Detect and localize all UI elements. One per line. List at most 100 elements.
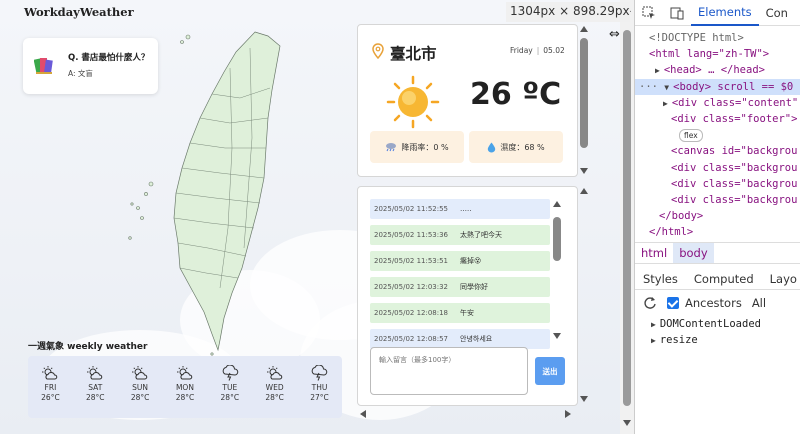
tab-console[interactable]: Con (759, 0, 795, 26)
message-list-scrollbar[interactable] (553, 201, 561, 339)
map-island[interactable] (173, 31, 281, 352)
forecast-day-name: THU (311, 383, 328, 392)
dom-line[interactable]: <div class="backgrou (635, 160, 800, 176)
tab-styles[interactable]: Styles (635, 272, 686, 286)
dom-line-selected[interactable]: ··· ▼ <body> scroll == $0 (635, 78, 800, 95)
scroll-down-arrow-icon[interactable] (623, 420, 631, 426)
refresh-icon[interactable] (643, 296, 657, 310)
viewport-size-readout: 1304px × 898.29px (506, 2, 630, 22)
forecast-day: FRI 26°C (31, 365, 69, 418)
dom-line[interactable]: </html> (635, 224, 800, 240)
tab-layout[interactable]: Layo (762, 272, 800, 286)
forecast-day: WED 28°C (256, 365, 294, 418)
current-date: Friday | 05.02 (510, 46, 565, 55)
weather-card-scrollbar[interactable] (579, 24, 589, 177)
dom-line[interactable]: ▶ <div class="content" (635, 95, 800, 111)
message-board: 2025/05/02 11:52:55 ….. 2025/05/02 11:53:3… (357, 186, 578, 406)
forecast-day: SUN 28°C (121, 365, 159, 418)
all-label[interactable]: All (752, 296, 766, 310)
event-listener-item[interactable]: ▶ resize (651, 334, 698, 346)
partly-sunny-icon (176, 366, 193, 380)
city-name[interactable]: 臺北市 (390, 42, 437, 64)
tab-computed[interactable]: Computed (686, 272, 762, 286)
chat-card-scrollbar[interactable] (579, 186, 589, 406)
forecast-day-name: WED (265, 383, 284, 392)
forecast-day-temp: 28°C (265, 393, 284, 402)
flex-badge[interactable]: flex (679, 128, 703, 142)
chat-message: 2025/05/02 11:53:36 太熱了吧今天 (370, 225, 550, 245)
map-islet (148, 181, 154, 187)
forecast-day: THU 27°C (300, 365, 338, 418)
scrollbar-thumb[interactable] (623, 30, 631, 406)
message-text: 太熱了吧今天 (460, 231, 502, 239)
scroll-down-arrow-icon[interactable] (580, 396, 588, 402)
crumb-body[interactable]: body (673, 243, 714, 263)
dom-tree: <!DOCTYPE html> <html lang="zh-TW"> ▶ <he… (635, 30, 800, 240)
dom-line[interactable]: <!DOCTYPE html> (635, 30, 800, 46)
books-icon (34, 58, 53, 74)
dom-line[interactable]: <div class="footer"> (635, 111, 800, 127)
resize-handle-icon[interactable]: ⇔ (609, 27, 620, 42)
brand-logo[interactable]: WorkdayWeather (24, 5, 134, 19)
humidity-label: 濕度：68 % (500, 142, 545, 152)
ancestors-checkbox[interactable] (667, 297, 679, 309)
forecast-day-temp: 28°C (86, 393, 105, 402)
inspect-element-icon[interactable] (635, 0, 663, 26)
horizontal-scrollbar[interactable] (357, 408, 578, 420)
forecast-day-name: SUN (132, 383, 149, 392)
map-islet (140, 216, 144, 220)
map-islet (180, 40, 184, 44)
tab-elements[interactable]: Elements (691, 0, 759, 26)
dom-line[interactable]: <div class="backgrou (635, 192, 800, 208)
dom-line[interactable]: ▶ <head> … </head> (635, 62, 800, 78)
message-time: 2025/05/02 12:03:32 (374, 283, 449, 291)
map-islet (144, 192, 148, 196)
event-listener-item[interactable]: ▶ DOMContentLoaded (651, 318, 761, 330)
scroll-down-arrow-icon[interactable] (580, 168, 588, 174)
forecast-day: MON 28°C (166, 365, 204, 418)
forecast-day-name: SAT (88, 383, 103, 392)
forecast-day-temp: 28°C (130, 393, 150, 402)
dom-line[interactable]: flex (635, 127, 800, 143)
dom-line[interactable]: <html lang="zh-TW"> (635, 46, 800, 62)
device-toolbar-icon[interactable] (663, 0, 691, 26)
forecast-day-temp: 28°C (175, 393, 195, 402)
chat-message: 2025/05/02 11:52:55 ….. (370, 199, 550, 219)
forecast-day-name: FRI (44, 383, 57, 392)
dom-line[interactable]: <canvas id="backgrou (635, 143, 800, 159)
partly-sunny-icon (87, 366, 103, 380)
scrollbar-thumb[interactable] (553, 217, 561, 261)
taiwan-map[interactable] (120, 28, 320, 358)
map-islet (136, 206, 140, 210)
map-islet (210, 352, 214, 356)
message-time: 2025/05/02 11:53:51 (374, 257, 449, 265)
page-scrollbar[interactable] (620, 0, 634, 434)
scroll-right-arrow-icon[interactable] (565, 410, 571, 418)
dom-line[interactable]: <div class="backgrou (635, 176, 800, 192)
scroll-left-arrow-icon[interactable] (360, 410, 366, 418)
weekly-forecast: FRI 26°C SAT 28°C SUN 28°C MON 28°C TUE 28°C WED 28… (28, 356, 342, 418)
weekday: Friday (510, 46, 533, 55)
dom-line[interactable]: </body> (635, 208, 800, 224)
scroll-up-arrow-icon[interactable] (553, 201, 561, 207)
water-drop-icon (488, 142, 496, 152)
scroll-down-arrow-icon[interactable] (553, 333, 561, 339)
scrollbar-thumb[interactable] (580, 38, 588, 148)
message-text: 안녕하세요 (460, 335, 493, 343)
send-button[interactable]: 送出 (535, 357, 565, 385)
location-pin-icon (372, 43, 384, 59)
date-separator: | (536, 46, 540, 55)
message-time: 2025/05/02 12:08:18 (374, 309, 449, 317)
weekly-title: 一週氣象 weekly weather (28, 342, 148, 352)
sun-icon (386, 75, 440, 129)
map-islet (128, 236, 132, 240)
map-islet (185, 34, 191, 40)
chat-message: 2025/05/02 12:08:57 안녕하세요 (370, 329, 550, 349)
date: 05.02 (543, 46, 565, 55)
scroll-up-arrow-icon[interactable] (580, 26, 588, 32)
crumb-html[interactable]: html (635, 243, 673, 263)
message-input[interactable] (370, 347, 528, 395)
scroll-up-arrow-icon[interactable] (580, 188, 588, 194)
devtools-panel: Elements Con <!DOCTYPE html> <html lang=… (634, 0, 800, 434)
devtools-toolbar: Elements Con (635, 0, 800, 26)
